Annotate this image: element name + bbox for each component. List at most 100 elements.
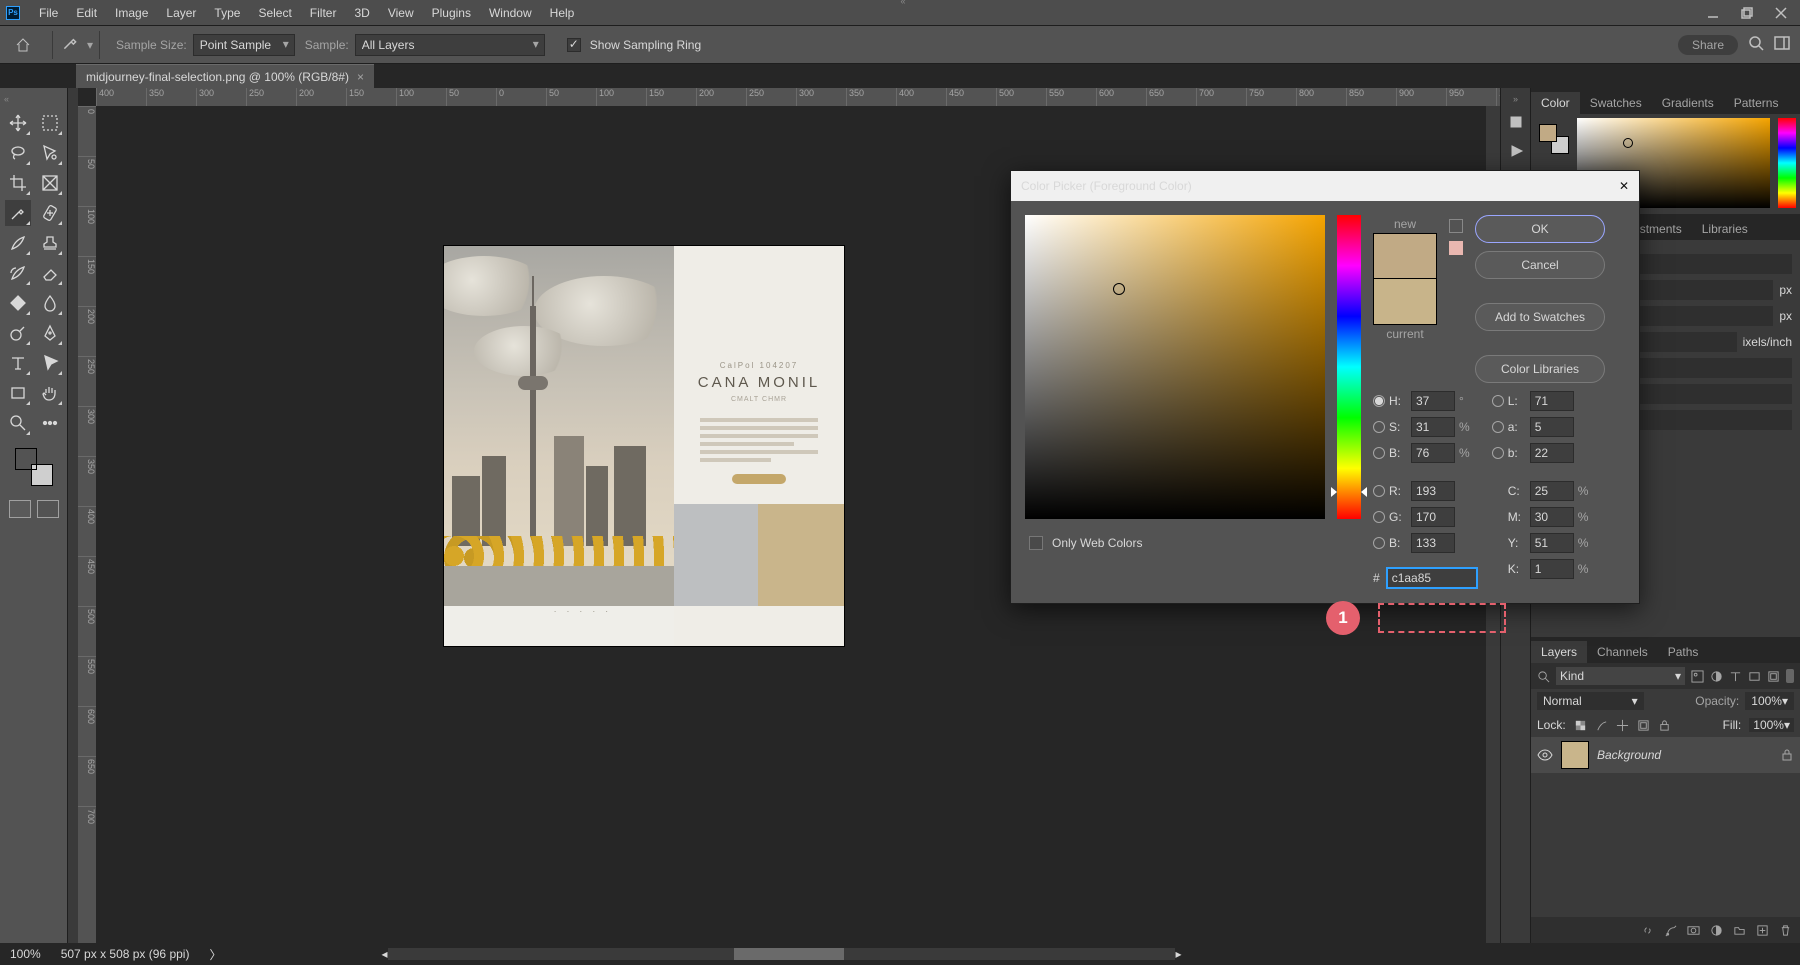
horizontal-scrollbar[interactable]: ◂▸ (381, 947, 1181, 961)
edit-standard-mode[interactable] (9, 500, 31, 518)
lock-artboard-icon[interactable] (1637, 719, 1650, 732)
radio-h[interactable] (1373, 395, 1385, 407)
link-layers-icon[interactable] (1641, 924, 1654, 937)
color-libraries-button[interactable]: Color Libraries (1475, 355, 1605, 383)
tab-channels[interactable]: Channels (1587, 641, 1658, 663)
input-c[interactable] (1530, 481, 1574, 501)
brush-tool[interactable] (5, 230, 31, 256)
gamut-warning-icon[interactable] (1449, 219, 1463, 233)
window-maximize-button[interactable] (1734, 3, 1760, 23)
stamp-tool[interactable] (37, 230, 63, 256)
gamut-warning-swatch[interactable] (1449, 241, 1463, 255)
blur-tool[interactable] (37, 290, 63, 316)
healing-tool[interactable] (37, 200, 63, 226)
radio-a[interactable] (1492, 421, 1504, 433)
only-web-colors-checkbox[interactable] (1029, 536, 1043, 550)
input-b[interactable] (1411, 443, 1455, 463)
lock-paint-icon[interactable] (1595, 719, 1608, 732)
document-tab[interactable]: midjourney-final-selection.png @ 100% (R… (76, 64, 374, 88)
eraser-tool[interactable] (37, 260, 63, 286)
selection-tool[interactable] (37, 140, 63, 166)
input-bb[interactable] (1411, 533, 1455, 553)
layer-style-icon[interactable] (1664, 924, 1677, 937)
filter-shape-icon[interactable] (1748, 670, 1761, 683)
dodge-tool[interactable] (5, 320, 31, 346)
type-tool[interactable] (5, 350, 31, 376)
icon-button-1[interactable] (1508, 114, 1524, 133)
lock-transparent-icon[interactable] (1574, 719, 1587, 732)
radio-bb[interactable] (1373, 537, 1385, 549)
tab-swatches[interactable]: Swatches (1580, 92, 1652, 114)
zoom-tool[interactable] (5, 410, 31, 436)
tab-layers[interactable]: Layers (1531, 641, 1587, 663)
edit-toolbar-button[interactable] (37, 410, 63, 436)
fill-input[interactable]: 100%▾ (1749, 718, 1794, 732)
radio-r[interactable] (1373, 485, 1385, 497)
sample-layers-select[interactable]: All Layers (355, 34, 545, 56)
new-layer-icon[interactable] (1756, 924, 1769, 937)
foreground-background-swatches[interactable] (15, 448, 53, 486)
input-h[interactable] (1411, 391, 1455, 411)
layer-mask-icon[interactable] (1687, 924, 1700, 937)
adjustment-layer-icon[interactable] (1710, 924, 1723, 937)
blend-mode-select[interactable]: Normal▾ (1537, 692, 1644, 710)
radio-b2[interactable] (1492, 447, 1504, 459)
pen-tool[interactable] (37, 320, 63, 346)
collapsed-panel-gutter[interactable] (68, 88, 78, 943)
add-to-swatches-button[interactable]: Add to Swatches (1475, 303, 1605, 331)
layer-filter-select[interactable]: Kind▾ (1556, 667, 1685, 685)
workspace-switcher-button[interactable] (1774, 35, 1790, 54)
radio-l[interactable] (1492, 395, 1504, 407)
input-b2[interactable] (1530, 443, 1574, 463)
filter-image-icon[interactable] (1691, 670, 1704, 683)
input-l[interactable] (1530, 391, 1574, 411)
filter-toggle[interactable] (1786, 669, 1794, 683)
radio-g[interactable] (1373, 511, 1385, 523)
dialog-close-button[interactable]: ✕ (1619, 179, 1629, 193)
hand-tool[interactable] (37, 380, 63, 406)
filter-type-icon[interactable] (1729, 670, 1742, 683)
visibility-icon[interactable] (1537, 747, 1553, 763)
input-y[interactable] (1530, 533, 1574, 553)
ok-button[interactable]: OK (1475, 215, 1605, 243)
path-selection-tool[interactable] (37, 350, 63, 376)
input-g[interactable] (1411, 507, 1455, 527)
hex-input[interactable] (1386, 567, 1478, 589)
move-tool[interactable] (5, 110, 31, 136)
input-m[interactable] (1530, 507, 1574, 527)
input-k[interactable] (1530, 559, 1574, 579)
lock-all-icon[interactable] (1658, 719, 1671, 732)
input-s[interactable] (1411, 417, 1455, 437)
radio-b[interactable] (1373, 447, 1385, 459)
dialog-titlebar[interactable]: Color Picker (Foreground Color) ✕ (1011, 171, 1639, 201)
tab-paths[interactable]: Paths (1658, 641, 1709, 663)
input-r[interactable] (1411, 481, 1455, 501)
zoom-level[interactable]: 100% (10, 947, 41, 961)
input-a[interactable] (1530, 417, 1574, 437)
delete-layer-icon[interactable] (1779, 924, 1792, 937)
filter-adjust-icon[interactable] (1710, 670, 1723, 683)
search-button[interactable] (1748, 35, 1764, 54)
cancel-button[interactable]: Cancel (1475, 251, 1605, 279)
color-field[interactable] (1025, 215, 1325, 519)
tab-patterns[interactable]: Patterns (1724, 92, 1789, 114)
sample-size-select[interactable]: Point Sample (193, 34, 295, 56)
radio-s[interactable] (1373, 421, 1385, 433)
window-close-button[interactable] (1768, 3, 1794, 23)
document-artboard[interactable]: CalPol 104207 CANA MONIL CMALT CHMR · · … (444, 246, 844, 646)
rectangle-tool[interactable] (5, 380, 31, 406)
show-sampling-ring-checkbox[interactable] (567, 38, 581, 52)
gradient-tool[interactable] (5, 290, 31, 316)
history-brush-tool[interactable] (5, 260, 31, 286)
group-icon[interactable] (1733, 924, 1746, 937)
filter-smart-icon[interactable] (1767, 670, 1780, 683)
window-minimize-button[interactable] (1700, 3, 1726, 23)
current-color-swatch[interactable] (1373, 279, 1437, 325)
tab-gradients[interactable]: Gradients (1652, 92, 1724, 114)
hue-slider[interactable] (1337, 215, 1361, 519)
eyedropper-tool[interactable] (5, 200, 31, 226)
layer-item[interactable]: Background (1531, 737, 1800, 773)
lasso-tool[interactable] (5, 140, 31, 166)
foreground-swatch[interactable] (15, 448, 37, 470)
tab-libraries[interactable]: Libraries (1692, 218, 1758, 240)
